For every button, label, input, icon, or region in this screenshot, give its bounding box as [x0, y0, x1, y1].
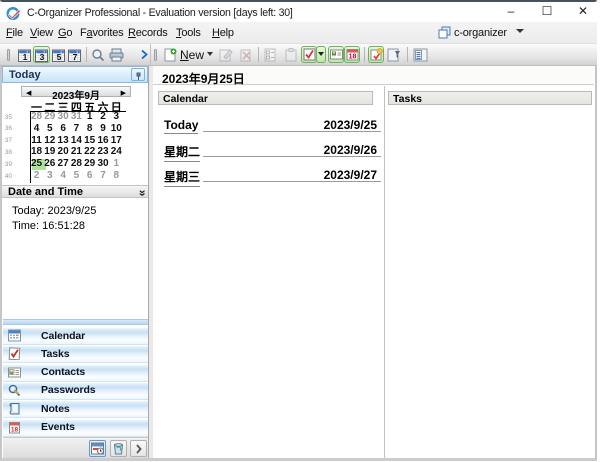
svg-text:1: 1	[23, 52, 28, 62]
svg-text:3: 3	[40, 52, 45, 62]
svg-text:5: 5	[57, 52, 62, 62]
svg-text:18: 18	[11, 426, 19, 433]
svg-text:18: 18	[349, 54, 357, 61]
svg-text:7: 7	[73, 52, 78, 62]
